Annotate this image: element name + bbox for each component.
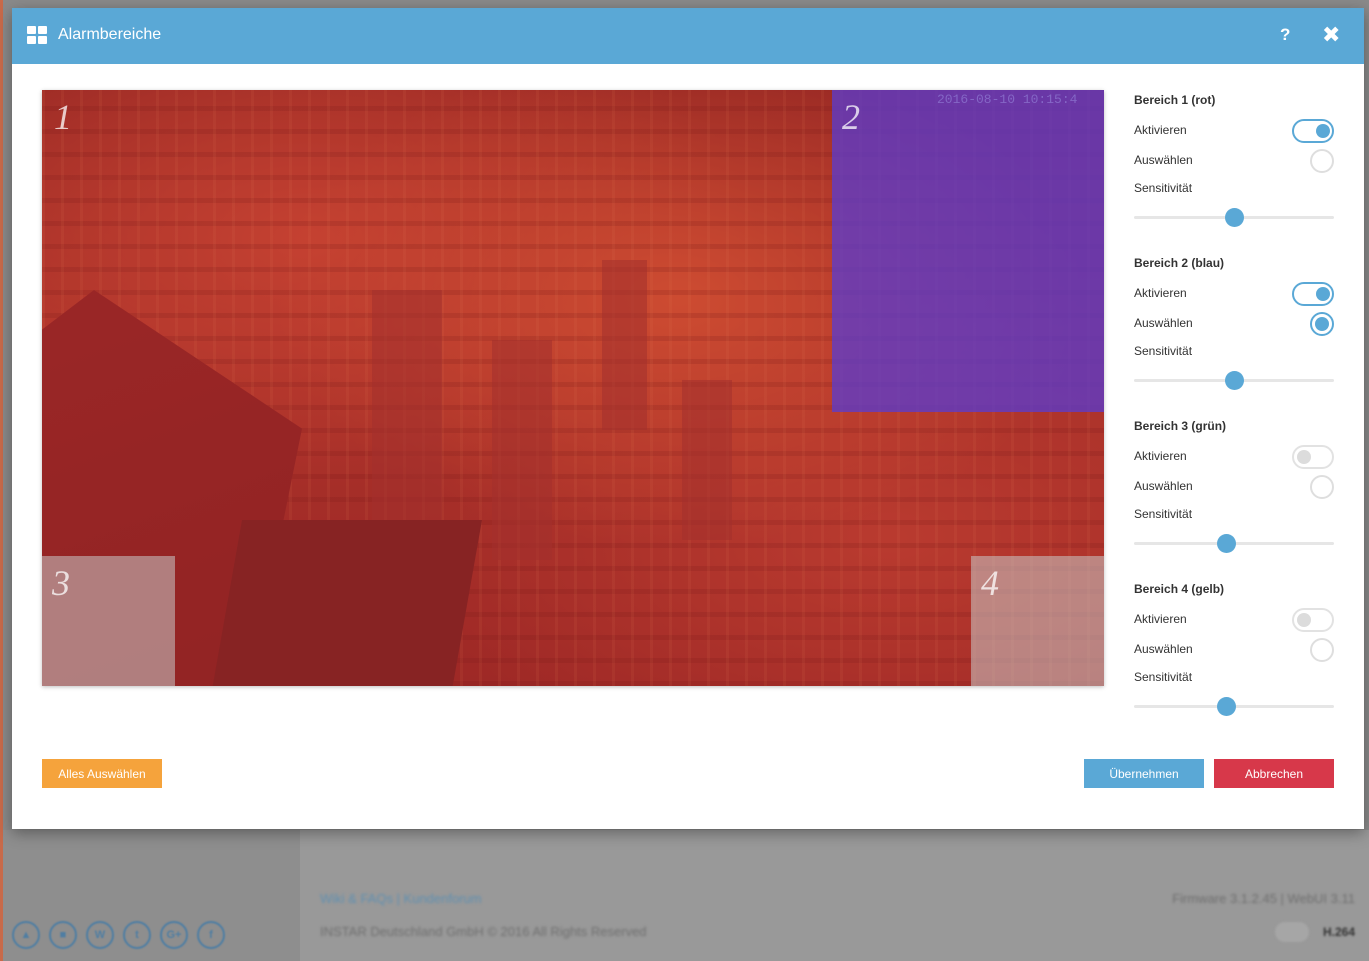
area-number: 2	[842, 97, 860, 137]
social-icons: ▲ ■ W t G+ f	[12, 921, 225, 949]
area-number: 1	[54, 97, 72, 137]
slider-thumb[interactable]	[1217, 697, 1236, 716]
upload-icon: ▲	[12, 921, 40, 949]
grid-icon	[27, 26, 47, 44]
alarm-areas-dialog: Alarmbereiche ? ✖ 1 2016-08-10 10:15:4 2…	[12, 8, 1364, 829]
help-button[interactable]: ?	[1280, 25, 1290, 45]
sensitivity-slider[interactable]	[1134, 208, 1334, 227]
footer-links: Wiki & FAQs | Kundenforum	[320, 891, 482, 906]
select-label: Auswählen	[1134, 153, 1193, 167]
slider-thumb[interactable]	[1217, 534, 1236, 553]
select-radio[interactable]	[1310, 638, 1334, 662]
area-title: Bereich 3 (grün)	[1134, 419, 1227, 433]
activate-label: Aktivieren	[1134, 286, 1187, 300]
dialog-title: Alarmbereiche	[58, 26, 162, 43]
sensitivity-slider[interactable]	[1134, 534, 1334, 553]
sensitivity-slider[interactable]	[1134, 697, 1334, 716]
dialog-header: Alarmbereiche ? ✖	[12, 8, 1364, 64]
select-label: Auswählen	[1134, 479, 1193, 493]
facebook-icon: f	[197, 921, 225, 949]
apply-button[interactable]: Übernehmen	[1084, 759, 1204, 788]
detection-area-4[interactable]: 4	[971, 556, 1104, 686]
camera-icon: ■	[49, 921, 77, 949]
area-number: 3	[52, 563, 70, 603]
activate-toggle[interactable]	[1292, 445, 1334, 469]
activate-toggle[interactable]	[1292, 119, 1334, 143]
slider-thumb[interactable]	[1225, 208, 1244, 227]
camera-preview: 1 2016-08-10 10:15:4 2 3 4	[42, 90, 1104, 686]
sensitivity-label: Sensitivität	[1134, 670, 1193, 684]
google-plus-icon: G+	[160, 921, 188, 949]
select-all-button[interactable]: Alles Auswählen	[42, 759, 162, 788]
select-radio[interactable]	[1310, 475, 1334, 499]
activate-toggle[interactable]	[1292, 608, 1334, 632]
camera-timestamp: 2016-08-10 10:15:4	[937, 92, 1078, 107]
sensitivity-label: Sensitivität	[1134, 507, 1193, 521]
activate-label: Aktivieren	[1134, 612, 1187, 626]
sensitivity-label: Sensitivität	[1134, 344, 1193, 358]
footer-copyright: INSTAR Deutschland GmbH © 2016 All Right…	[320, 924, 647, 939]
area-title: Bereich 1 (rot)	[1134, 93, 1216, 107]
codec-toggle	[1275, 922, 1309, 942]
close-button[interactable]: ✖	[1322, 22, 1340, 48]
codec-label: H.264	[1322, 925, 1355, 939]
firmware-version: Firmware 3.1.2.45 | WebUI 3.11	[1172, 891, 1355, 906]
detection-area-2[interactable]: 2016-08-10 10:15:4 2	[832, 90, 1104, 412]
area-title: Bereich 4 (gelb)	[1134, 582, 1225, 596]
area-title: Bereich 2 (blau)	[1134, 256, 1225, 270]
cancel-button[interactable]: Abbrechen	[1214, 759, 1334, 788]
select-label: Auswählen	[1134, 316, 1193, 330]
activate-label: Aktivieren	[1134, 449, 1187, 463]
twitter-icon: t	[123, 921, 151, 949]
sensitivity-slider[interactable]	[1134, 371, 1334, 390]
sensitivity-label: Sensitivität	[1134, 181, 1193, 195]
select-label: Auswählen	[1134, 642, 1193, 656]
select-radio[interactable]	[1310, 149, 1334, 173]
select-radio[interactable]	[1310, 312, 1334, 336]
slider-thumb[interactable]	[1225, 371, 1244, 390]
background-accent-strip	[0, 0, 3, 961]
activate-label: Aktivieren	[1134, 123, 1187, 137]
area-number: 4	[981, 563, 999, 603]
detection-area-3[interactable]: 3	[42, 556, 175, 686]
wiki-icon: W	[86, 921, 114, 949]
activate-toggle[interactable]	[1292, 282, 1334, 306]
